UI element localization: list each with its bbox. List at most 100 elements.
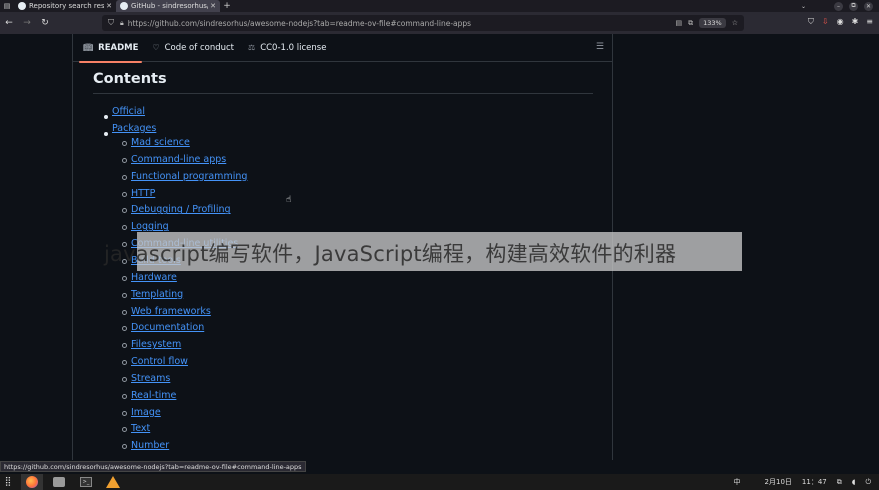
toc-sub-link[interactable]: Documentation	[131, 322, 204, 333]
lock-icon[interactable]: 🔒︎	[120, 19, 124, 28]
contents-heading: Contents	[93, 71, 167, 87]
toc-sub-link[interactable]: Functional programming	[131, 171, 247, 182]
toc-sub-link[interactable]: Debugging / Profiling	[131, 204, 231, 215]
overlay-caption: javascript编写软件，JavaScript编程，构建高效软件的利器	[104, 242, 677, 266]
list-circle	[122, 410, 127, 416]
extensions-icon[interactable]: ✱	[852, 17, 859, 27]
browser-tab-bar: ▤ Repository search results ✕ GitHub - s…	[0, 0, 879, 12]
toc-sub-link[interactable]: Number	[131, 440, 169, 451]
account-icon[interactable]: ◉	[837, 17, 844, 27]
time[interactable]: 11：47	[802, 477, 827, 487]
toc-sub-link[interactable]: Control flow	[131, 356, 188, 367]
tab-label: CC0-1.0 license	[260, 42, 327, 53]
list-circle	[122, 427, 127, 433]
tab-readme[interactable]: 📖︎ README	[78, 34, 143, 63]
toc-sub-link[interactable]: Command-line apps	[131, 154, 226, 165]
system-tray: 中 2月10日 11：47 ⧉ ◖ ⏻	[734, 477, 879, 487]
taskbar-app[interactable]	[102, 474, 124, 490]
browser-tab-search[interactable]: Repository search results ✕	[14, 0, 116, 12]
list-circle	[122, 309, 127, 315]
close-icon[interactable]: ✕	[106, 2, 112, 10]
list-circle	[122, 225, 127, 231]
navigation-bar: ← → ↻ ⛉ 🔒︎ https://github.com/sindresorh…	[0, 12, 879, 34]
list-circle	[122, 326, 127, 332]
book-icon: 📖︎	[83, 43, 94, 52]
menu-icon[interactable]: ≡	[866, 17, 873, 27]
back-button[interactable]: ←	[0, 18, 18, 28]
list-circle	[122, 393, 127, 399]
bookmark-star-icon[interactable]: ☆	[732, 19, 738, 27]
power-icon[interactable]: ⏻	[865, 478, 871, 487]
url-text[interactable]: https://github.com/sindresorhus/awesome-…	[128, 19, 676, 28]
taskbar-terminal[interactable]: >_	[75, 474, 97, 490]
tab-code-of-conduct[interactable]: ♡ Code of conduct	[152, 34, 234, 62]
date[interactable]: 2月10日	[765, 477, 792, 487]
warning-icon	[106, 476, 120, 488]
tab-list-icon[interactable]: ▤	[0, 0, 14, 12]
shield-icon[interactable]: ⛉	[108, 18, 114, 28]
new-tab-button[interactable]: +	[220, 1, 234, 11]
list-circle	[122, 275, 127, 281]
zoom-level[interactable]: 133%	[699, 18, 726, 28]
toc-sub-link[interactable]: Filesystem	[131, 339, 181, 350]
extension-toolbar: ⛉ ⇩ ◉ ✱ ≡	[808, 17, 873, 27]
divider	[93, 93, 593, 94]
close-window-button[interactable]: ✕	[864, 1, 873, 11]
input-method[interactable]: 中	[734, 477, 741, 487]
window-controls: ⌄ – ⧉ ✕	[799, 1, 879, 11]
toc-link[interactable]: Packages	[112, 123, 156, 134]
tab-label: Code of conduct	[164, 42, 235, 53]
volume-icon[interactable]: ◖	[852, 478, 856, 486]
readme-tab-bar: 📖︎ README ♡ Code of conduct ⚖ CC0-1.0 li…	[73, 34, 612, 63]
firefox-icon	[26, 476, 38, 488]
forward-button[interactable]: →	[18, 18, 36, 28]
list-bullet	[104, 132, 108, 136]
list-circle	[122, 360, 127, 366]
list-bullet	[104, 115, 108, 119]
pocket-icon[interactable]: ⛉	[808, 17, 814, 27]
toc-sub-link[interactable]: Templating	[131, 289, 183, 300]
tab-license[interactable]: ⚖ CC0-1.0 license	[248, 34, 326, 62]
minimize-button[interactable]: –	[834, 1, 843, 11]
list-circle	[122, 292, 127, 298]
toc-sub-link[interactable]: Logging	[131, 221, 169, 232]
toc-sub-link[interactable]: Streams	[131, 373, 170, 384]
reader-view-icon[interactable]: ▤	[676, 19, 683, 27]
reload-button[interactable]: ↻	[36, 18, 54, 28]
status-url: https://github.com/sindresorhus/awesome-…	[0, 461, 306, 472]
list-circle	[122, 208, 127, 214]
toc-sub-link[interactable]: Real-time	[131, 390, 176, 401]
toc-link[interactable]: Official	[112, 106, 145, 117]
github-icon	[18, 2, 26, 10]
list-circle	[122, 174, 127, 180]
address-bar[interactable]: ⛉ 🔒︎ https://github.com/sindresorhus/awe…	[102, 15, 744, 31]
github-icon	[120, 2, 128, 10]
tab-label: README	[98, 42, 139, 53]
download-icon[interactable]: ⇩	[822, 17, 829, 27]
files-icon	[53, 477, 65, 487]
toc-sub-link[interactable]: Text	[131, 423, 150, 434]
taskbar-files[interactable]	[48, 474, 70, 490]
list-circle	[122, 376, 127, 382]
toc-sub-link[interactable]: Hardware	[131, 272, 177, 283]
browser-tab-repo[interactable]: GitHub - sindresorhus/awesome-nodejs ✕	[116, 0, 220, 12]
toc-sub-link[interactable]: Web frameworks	[131, 306, 211, 317]
outline-menu-icon[interactable]: ☰	[596, 42, 604, 52]
app-grid-icon[interactable]: ⣿	[0, 474, 16, 490]
heart-icon: ♡	[152, 43, 160, 52]
list-circle	[122, 157, 127, 163]
toc-sub-link[interactable]: Image	[131, 407, 161, 418]
list-circle	[122, 141, 127, 146]
scale-icon: ⚖	[248, 43, 256, 52]
toc-sub-link[interactable]: Mad science	[131, 137, 190, 148]
close-icon[interactable]: ✕	[210, 2, 216, 10]
terminal-icon: >_	[80, 477, 92, 487]
chevron-down-icon[interactable]: ⌄	[799, 2, 808, 11]
network-icon[interactable]: ⧉	[837, 478, 842, 487]
translate-icon[interactable]: ⧉	[688, 19, 693, 28]
maximize-button[interactable]: ⧉	[849, 1, 858, 11]
taskbar-firefox[interactable]	[21, 474, 43, 490]
tab-title: GitHub - sindresorhus/awesome-nodejs	[131, 2, 209, 10]
toc-sub-link[interactable]: HTTP	[131, 188, 155, 199]
tab-title: Repository search results	[29, 2, 105, 10]
